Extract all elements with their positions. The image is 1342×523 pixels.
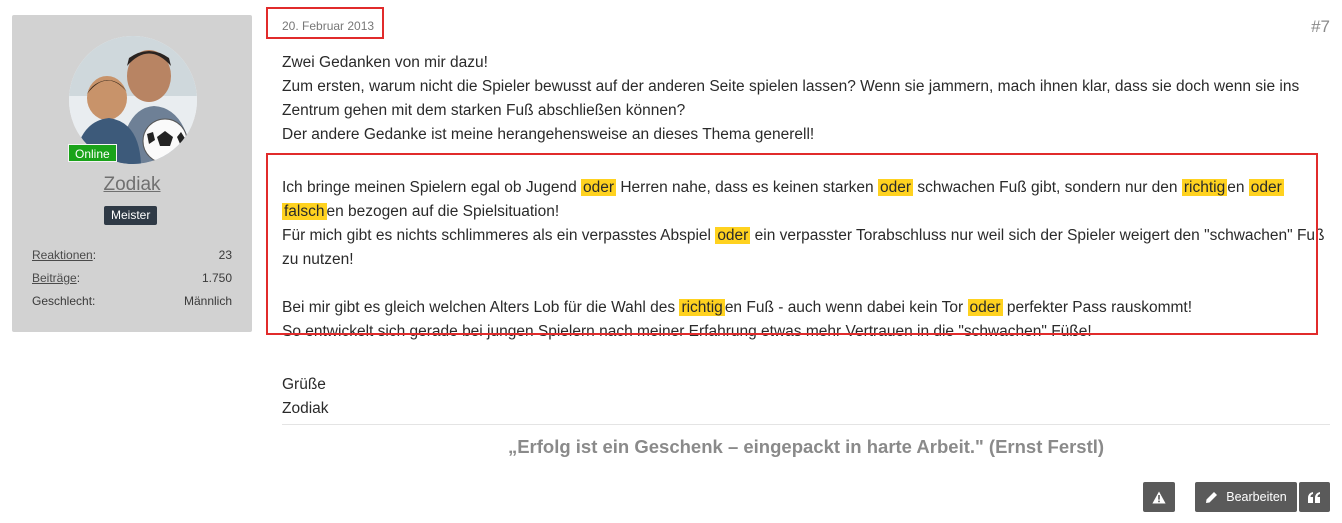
report-button[interactable] bbox=[1143, 482, 1175, 512]
pencil-icon bbox=[1205, 491, 1218, 504]
post-line: Der andere Gedanke ist meine herangehens… bbox=[282, 126, 815, 143]
quote-icon bbox=[1308, 491, 1321, 503]
user-rank-badge: Meister bbox=[104, 206, 158, 225]
stat-reactions-value: 23 bbox=[218, 248, 232, 262]
highlight-annotation-box bbox=[266, 153, 1318, 335]
quote-button[interactable] bbox=[1299, 482, 1330, 512]
stat-gender-label: Geschlecht bbox=[32, 294, 93, 308]
edit-button-label: Bearbeiten bbox=[1226, 490, 1287, 504]
username-link[interactable]: Zodiak bbox=[12, 174, 252, 196]
stat-posts-link[interactable]: Beiträge bbox=[32, 271, 77, 285]
post-line: Zwei Gedanken von mir dazu! bbox=[282, 54, 488, 71]
stat-gender-value: Männlich bbox=[183, 294, 232, 308]
user-card: Online Zodiak Meister Reaktionen: 23 Bei… bbox=[12, 15, 252, 332]
post-number-link[interactable]: #7 bbox=[1311, 17, 1330, 37]
stat-reactions-link[interactable]: Reaktionen bbox=[32, 248, 93, 262]
stat-row-gender: Geschlecht: Männlich bbox=[32, 293, 232, 316]
post-line: Grüße bbox=[282, 376, 326, 393]
post-line: Zum ersten, warum nicht die Spieler bewu… bbox=[282, 78, 1300, 119]
warning-icon bbox=[1152, 491, 1166, 504]
stat-row-posts: Beiträge: 1.750 bbox=[32, 270, 232, 293]
user-stats: Reaktionen: 23 Beiträge: 1.750 Geschlech… bbox=[32, 247, 232, 316]
stat-posts-value: 1.750 bbox=[201, 271, 232, 285]
edit-button[interactable]: Bearbeiten bbox=[1195, 482, 1297, 512]
stat-row-reactions: Reaktionen: 23 bbox=[32, 247, 232, 270]
online-status-badge: Online bbox=[68, 144, 117, 162]
post-date-link[interactable]: 20. Februar 2013 bbox=[282, 19, 374, 33]
user-signature: „Erfolg ist ein Geschenk – eingepackt in… bbox=[507, 436, 1105, 457]
signature-divider bbox=[282, 424, 1330, 425]
post-line: Zodiak bbox=[282, 400, 329, 417]
